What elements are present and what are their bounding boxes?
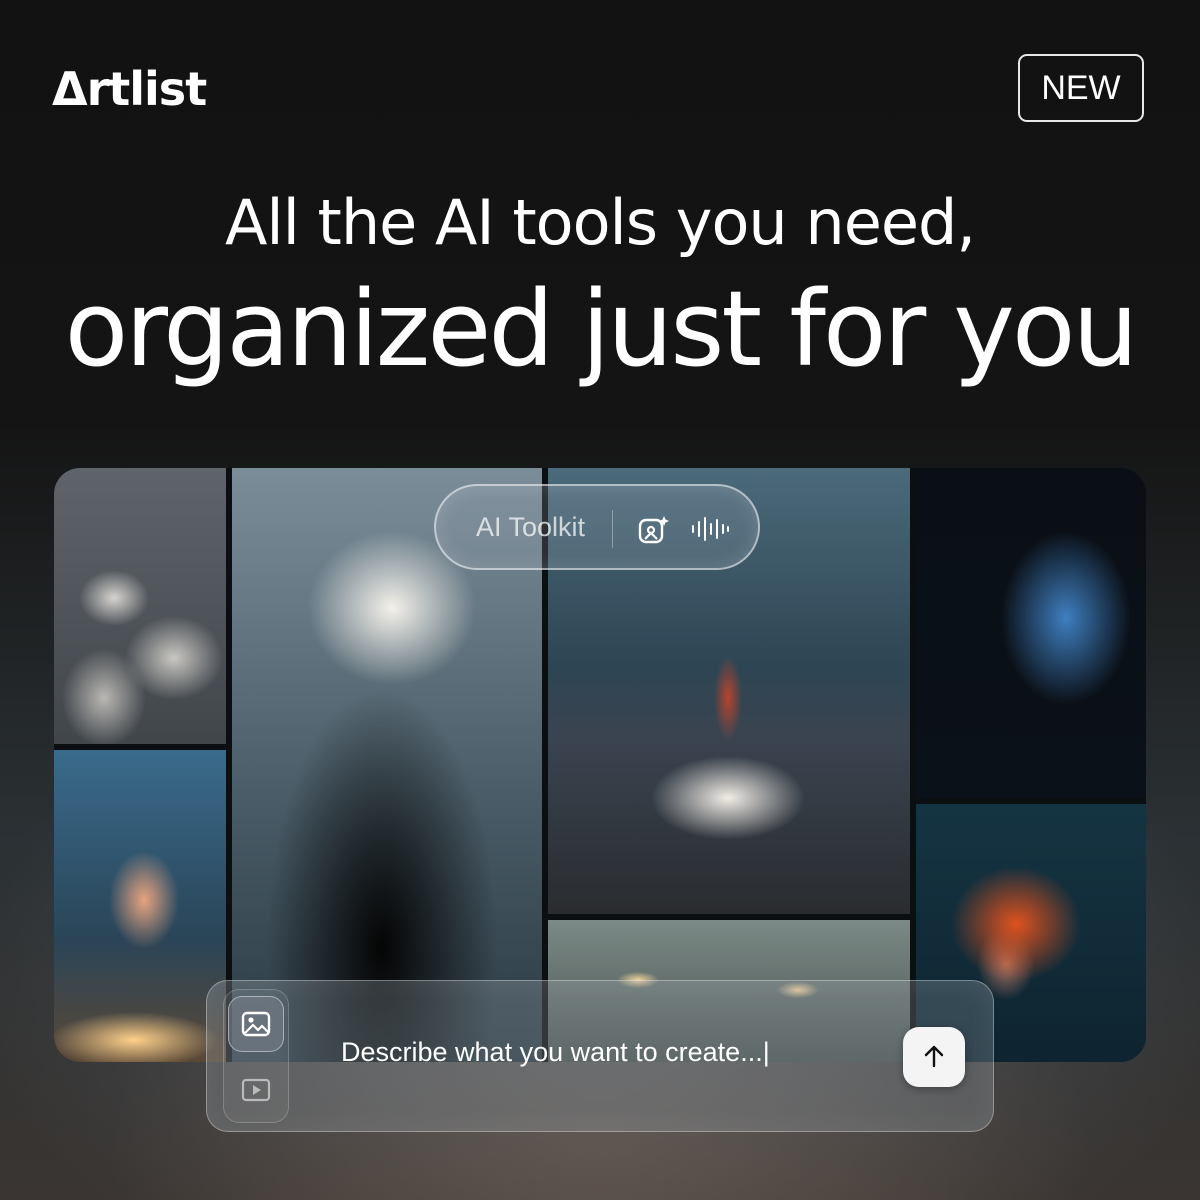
arrow-up-icon bbox=[924, 1045, 944, 1068]
video-icon bbox=[241, 1078, 271, 1102]
video-mode-button[interactable] bbox=[228, 1062, 284, 1118]
submit-button[interactable] bbox=[903, 1027, 965, 1087]
headline-line-1: All the AI tools you need, bbox=[224, 186, 976, 259]
image-mode-button[interactable] bbox=[228, 996, 284, 1052]
image-generation-icon[interactable] bbox=[638, 514, 670, 546]
gallery-image-blue-horse bbox=[916, 468, 1146, 798]
prompt-input[interactable]: Describe what you want to create...| bbox=[341, 1037, 861, 1077]
new-badge: NEW bbox=[1018, 54, 1144, 122]
ai-toolkit-label: AI Toolkit bbox=[476, 512, 586, 542]
artlist-logo: Δrtlist bbox=[52, 62, 207, 116]
gallery-image-geese bbox=[54, 468, 226, 744]
audio-waveform-icon[interactable] bbox=[690, 516, 730, 542]
prompt-bar: Describe what you want to create...| bbox=[206, 980, 994, 1132]
ai-toolkit-pill[interactable]: AI Toolkit bbox=[434, 484, 760, 570]
gallery-image-candles bbox=[54, 750, 226, 1062]
headline-line-2: organized just for you bbox=[64, 268, 1139, 390]
toolkit-divider bbox=[612, 510, 613, 548]
mode-selector bbox=[223, 989, 289, 1123]
image-icon bbox=[241, 1011, 271, 1037]
